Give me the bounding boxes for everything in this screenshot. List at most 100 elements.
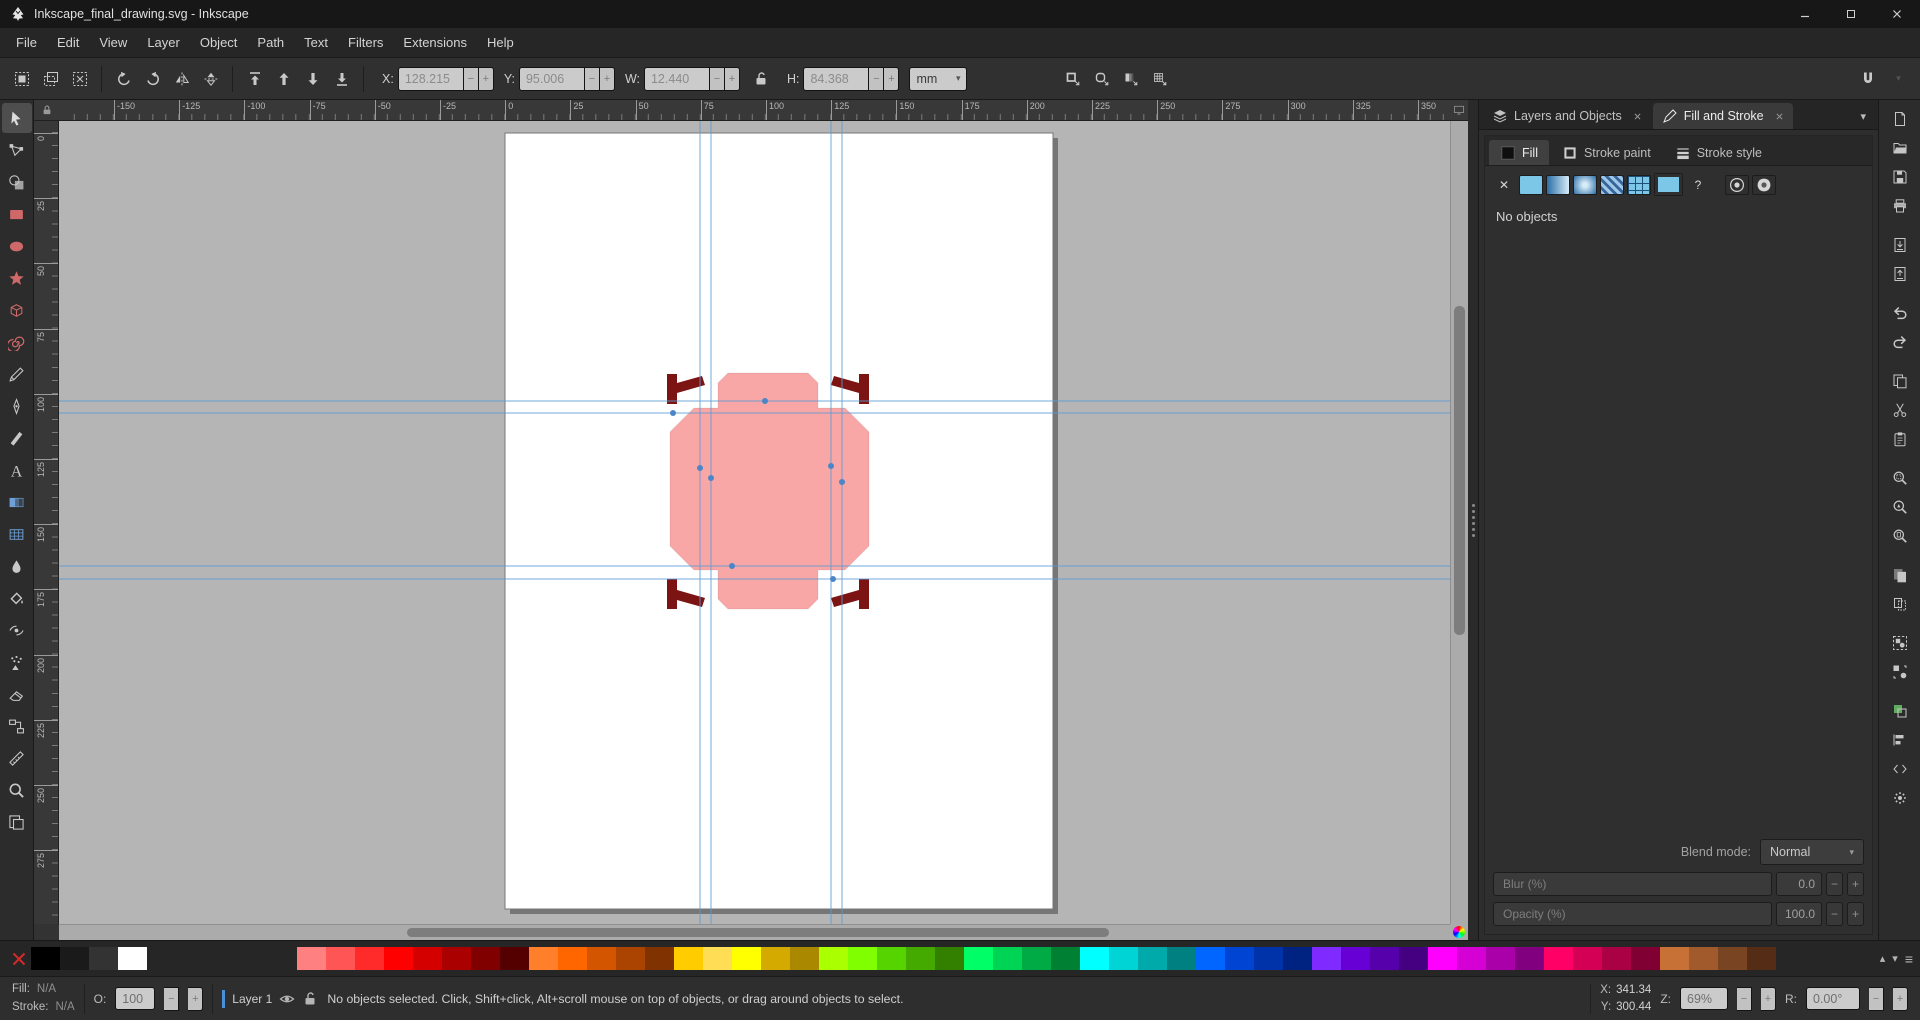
select-all-button[interactable] bbox=[8, 65, 35, 92]
dropper-tool-button[interactable] bbox=[2, 551, 32, 581]
mesh-gradient-tool-button[interactable] bbox=[2, 519, 32, 549]
palette-swatch[interactable] bbox=[31, 947, 60, 970]
palette-swatch[interactable] bbox=[906, 947, 935, 970]
pencil-tool-button[interactable] bbox=[2, 359, 32, 389]
palette-swatch[interactable] bbox=[964, 947, 993, 970]
menu-view[interactable]: View bbox=[89, 28, 137, 57]
h-increment-button[interactable]: + bbox=[884, 66, 900, 91]
h-decrement-button[interactable]: − bbox=[869, 66, 885, 91]
x-decrement-button[interactable]: − bbox=[463, 66, 479, 91]
menu-edit[interactable]: Edit bbox=[47, 28, 89, 57]
palette-swatch[interactable] bbox=[558, 947, 587, 970]
fill-rule-evenodd-button[interactable] bbox=[1752, 174, 1776, 195]
rotation-decrement[interactable]: − bbox=[1869, 986, 1884, 1011]
save-document-button[interactable] bbox=[1885, 164, 1915, 190]
create-clone-button[interactable] bbox=[1885, 591, 1915, 617]
paint-mesh-gradient-button[interactable] bbox=[1627, 174, 1651, 195]
palette-swatch[interactable] bbox=[384, 947, 413, 970]
open-preferences-button[interactable] bbox=[1885, 785, 1915, 811]
snap-toggle-button[interactable] bbox=[1854, 65, 1881, 92]
menu-text[interactable]: Text bbox=[294, 28, 338, 57]
close-button[interactable] bbox=[1874, 0, 1920, 28]
palette-swatch[interactable] bbox=[1109, 947, 1138, 970]
paint-bucket-tool-button[interactable] bbox=[2, 583, 32, 613]
blur-decrement-button[interactable]: − bbox=[1826, 872, 1843, 896]
rotation-input[interactable]: 0.00° bbox=[1806, 987, 1860, 1010]
box-3d-tool-button[interactable] bbox=[2, 295, 32, 325]
palette-swatch[interactable] bbox=[935, 947, 964, 970]
object-opacity-increment[interactable]: + bbox=[188, 986, 204, 1011]
menu-help[interactable]: Help bbox=[477, 28, 524, 57]
palette-swatch[interactable] bbox=[297, 947, 326, 970]
shape-builder-tool-button[interactable] bbox=[2, 167, 32, 197]
cut-button[interactable] bbox=[1885, 397, 1915, 423]
palette-swatch[interactable] bbox=[1080, 947, 1109, 970]
dock-resize-handle[interactable] bbox=[1468, 100, 1478, 940]
tab-layers-objects[interactable]: Layers and Objects bbox=[1483, 103, 1651, 129]
palette-swatch[interactable] bbox=[848, 947, 877, 970]
color-managed-view-button[interactable] bbox=[1450, 924, 1468, 940]
zoom-decrement[interactable]: − bbox=[1737, 986, 1752, 1011]
palette-swatch[interactable] bbox=[1747, 947, 1776, 970]
palette-swatch[interactable] bbox=[1167, 947, 1196, 970]
display-mode-button[interactable] bbox=[1450, 100, 1468, 120]
unit-select[interactable]: mm ▾ bbox=[909, 66, 968, 91]
object-opacity-input[interactable]: 100 bbox=[115, 987, 156, 1010]
flip-vertical-button[interactable] bbox=[197, 65, 224, 92]
open-xml-editor-button[interactable] bbox=[1885, 756, 1915, 782]
deselect-button[interactable] bbox=[66, 65, 93, 92]
undo-button[interactable] bbox=[1885, 300, 1915, 326]
blur-increment-button[interactable]: + bbox=[1847, 872, 1864, 896]
rotation-increment[interactable]: + bbox=[1893, 986, 1908, 1011]
copy-button[interactable] bbox=[1885, 368, 1915, 394]
palette-swatch[interactable] bbox=[761, 947, 790, 970]
duplicate-button[interactable] bbox=[1885, 562, 1915, 588]
bezier-pen-tool-button[interactable] bbox=[2, 391, 32, 421]
palette-swatch[interactable] bbox=[1689, 947, 1718, 970]
horizontal-scrollbar-thumb[interactable] bbox=[406, 928, 1110, 937]
tab-fill-stroke[interactable]: Fill and Stroke bbox=[1652, 103, 1793, 129]
connector-tool-button[interactable] bbox=[2, 711, 32, 741]
group-button[interactable] bbox=[1885, 630, 1915, 656]
tab-layers-objects-close-button[interactable] bbox=[1633, 112, 1642, 121]
palette-swatch[interactable] bbox=[1718, 947, 1747, 970]
w-decrement-button[interactable]: − bbox=[709, 66, 725, 91]
palette-swatch[interactable] bbox=[1602, 947, 1631, 970]
w-input[interactable]: 12.440 bbox=[643, 66, 710, 91]
palette-swatch[interactable] bbox=[1254, 947, 1283, 970]
vertical-ruler[interactable]: 0 25 50 75 100 125 150 175 200 225 250 275 bbox=[34, 121, 59, 924]
pages-tool-button[interactable] bbox=[2, 807, 32, 837]
scale-stroke-toggle-button[interactable] bbox=[1059, 65, 1086, 92]
spiral-tool-button[interactable] bbox=[2, 327, 32, 357]
opacity-increment-button[interactable]: + bbox=[1847, 902, 1864, 926]
canvas[interactable] bbox=[59, 121, 1450, 924]
paint-linear-gradient-button[interactable] bbox=[1546, 174, 1570, 195]
palette-swatch[interactable] bbox=[413, 947, 442, 970]
palette-swatch[interactable] bbox=[1573, 947, 1602, 970]
fill-tab[interactable]: Fill bbox=[1489, 140, 1549, 165]
rectangle-tool-button[interactable] bbox=[2, 199, 32, 229]
stroke-paint-tab[interactable]: Stroke paint bbox=[1551, 140, 1662, 165]
palette-swatch[interactable] bbox=[1022, 947, 1051, 970]
selector-tool-button[interactable] bbox=[1, 103, 32, 133]
open-document-button[interactable] bbox=[1885, 135, 1915, 161]
palette-swatch[interactable] bbox=[674, 947, 703, 970]
zoom-to-drawing-button[interactable] bbox=[1885, 494, 1915, 520]
opacity-decrement-button[interactable]: − bbox=[1826, 902, 1843, 926]
palette-swatch[interactable] bbox=[1486, 947, 1515, 970]
scale-corners-toggle-button[interactable] bbox=[1088, 65, 1115, 92]
rotate-ccw-button[interactable] bbox=[110, 65, 137, 92]
y-decrement-button[interactable]: − bbox=[584, 66, 600, 91]
menu-extensions[interactable]: Extensions bbox=[393, 28, 477, 57]
palette-swatch[interactable] bbox=[355, 947, 384, 970]
paint-pattern-button[interactable] bbox=[1600, 174, 1624, 195]
palette-swatch[interactable] bbox=[616, 947, 645, 970]
paint-flat-color-button[interactable] bbox=[1519, 174, 1543, 195]
x-input[interactable]: 128.215 bbox=[397, 66, 464, 91]
menu-object[interactable]: Object bbox=[190, 28, 248, 57]
horizontal-ruler[interactable]: -150 -125 -100 -75 -50 -25 0 25 50 75 100 125 150 175… bbox=[59, 100, 1450, 120]
zoom-increment[interactable]: + bbox=[1761, 986, 1776, 1011]
stroke-style-tab[interactable]: Stroke style bbox=[1664, 140, 1773, 165]
menu-layer[interactable]: Layer bbox=[137, 28, 190, 57]
redo-button[interactable] bbox=[1885, 329, 1915, 355]
